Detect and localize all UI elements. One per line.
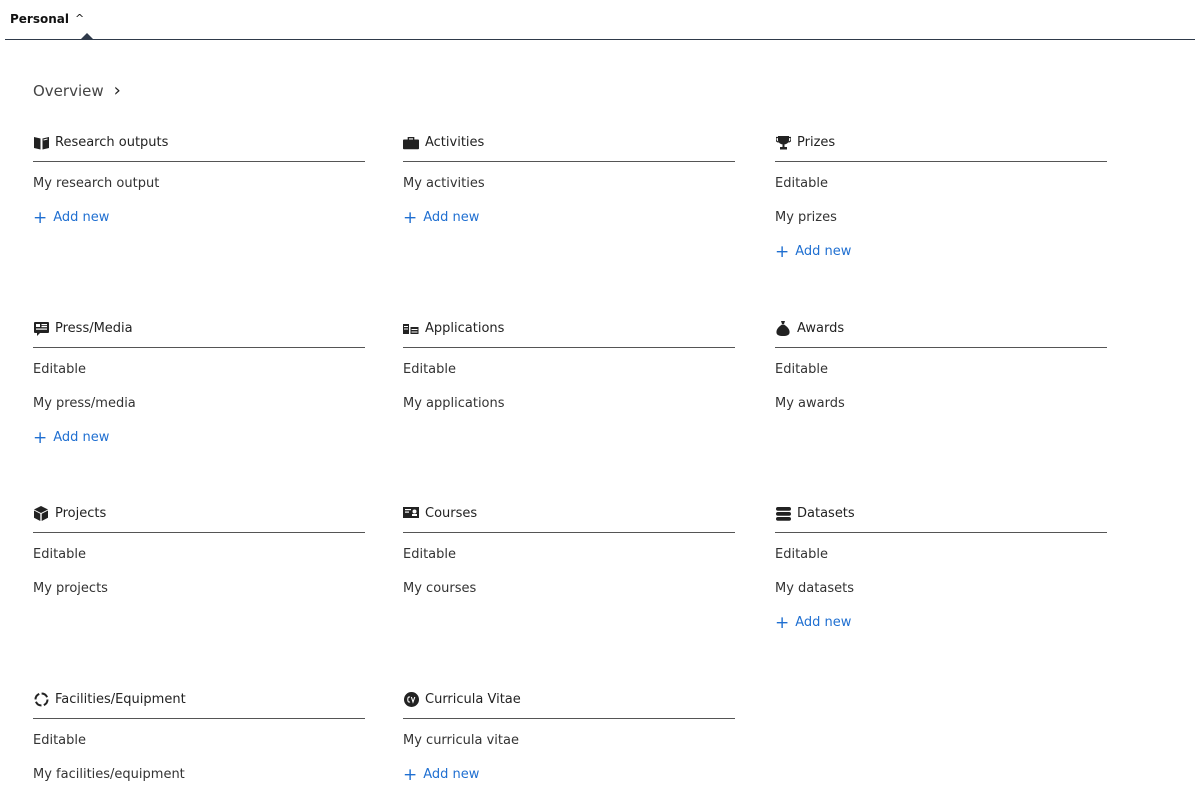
section-header: Courses (403, 501, 735, 533)
section-title: Prizes (797, 135, 836, 150)
chevron-right-icon: › (113, 80, 121, 101)
add-new-button[interactable]: + Add new (775, 606, 1107, 640)
section-header: Datasets (775, 501, 1107, 533)
section-header: Activities (403, 130, 735, 162)
plus-icon: + (775, 612, 790, 633)
newspaper-icon (33, 321, 49, 337)
section-title: Applications (425, 321, 505, 336)
section-datasets: Datasets Editable My datasets + Add new (775, 501, 1107, 640)
my-facilities-equipment-link[interactable]: My facilities/equipment (33, 758, 365, 792)
plus-icon: + (33, 207, 48, 228)
my-press-media-link[interactable]: My press/media (33, 387, 365, 421)
editable-link[interactable]: Editable (33, 538, 365, 572)
section-header: Curricula Vitae (403, 687, 735, 719)
add-new-button[interactable]: + Add new (775, 235, 1107, 269)
section-activities: Activities My activities + Add new (403, 130, 735, 235)
add-new-button[interactable]: + Add new (403, 758, 735, 792)
courses-icon (403, 506, 419, 522)
section-title: Press/Media (55, 321, 133, 336)
section-title: Facilities/Equipment (55, 692, 186, 707)
tab-bar: Personal ^ (5, 0, 1195, 40)
add-new-label: Add new (795, 615, 852, 630)
section-header: Press/Media (33, 316, 365, 348)
add-new-label: Add new (423, 767, 480, 782)
plus-icon: + (403, 207, 418, 228)
section-header: Applications (403, 316, 735, 348)
section-courses: Courses Editable My courses (403, 501, 735, 606)
my-datasets-link[interactable]: My datasets (775, 572, 1107, 606)
section-press-media: Press/Media Editable My press/media + Ad… (33, 316, 365, 455)
section-header: Prizes (775, 130, 1107, 162)
section-header: Facilities/Equipment (33, 687, 365, 719)
editable-link[interactable]: Editable (775, 167, 1107, 201)
editable-link[interactable]: Editable (33, 724, 365, 758)
section-title: Projects (55, 506, 107, 521)
applications-icon (403, 321, 419, 337)
editable-link[interactable]: Editable (403, 353, 735, 387)
editable-link[interactable]: Editable (775, 353, 1107, 387)
circle-dashed-icon (33, 692, 49, 708)
my-applications-link[interactable]: My applications (403, 387, 735, 421)
section-title: Curricula Vitae (425, 692, 521, 707)
add-new-button[interactable]: + Add new (33, 201, 365, 235)
add-new-button[interactable]: + Add new (33, 421, 365, 455)
money-bag-icon (775, 321, 791, 337)
plus-icon: + (33, 427, 48, 448)
editable-link[interactable]: Editable (775, 538, 1107, 572)
my-projects-link[interactable]: My projects (33, 572, 365, 606)
section-header: Research outputs (33, 130, 365, 162)
my-research-output-link[interactable]: My research output (33, 167, 365, 201)
section-title: Research outputs (55, 135, 169, 150)
section-title: Datasets (797, 506, 855, 521)
section-research-outputs: Research outputs My research output + Ad… (33, 130, 365, 235)
section-applications: Applications Editable My applications (403, 316, 735, 421)
my-activities-link[interactable]: My activities (403, 167, 735, 201)
plus-icon: + (775, 241, 790, 262)
section-awards: Awards Editable My awards (775, 316, 1107, 421)
section-header: Awards (775, 316, 1107, 348)
add-new-label: Add new (53, 430, 110, 445)
tab-personal[interactable]: Personal ^ (10, 11, 85, 27)
my-prizes-link[interactable]: My prizes (775, 201, 1107, 235)
my-curricula-vitae-link[interactable]: My curricula vitae (403, 724, 735, 758)
section-title: Awards (797, 321, 845, 336)
add-new-label: Add new (53, 210, 110, 225)
book-icon (33, 135, 49, 151)
tab-active-indicator (81, 33, 93, 39)
add-new-label: Add new (423, 210, 480, 225)
chevron-up-icon: ^ (75, 11, 85, 25)
add-new-button[interactable]: + Add new (403, 201, 735, 235)
section-title: Activities (425, 135, 485, 150)
section-header: Projects (33, 501, 365, 533)
my-awards-link[interactable]: My awards (775, 387, 1107, 421)
editable-link[interactable]: Editable (33, 353, 365, 387)
briefcase-icon (403, 135, 419, 151)
overview-link[interactable]: Overview › (33, 80, 121, 101)
editable-link[interactable]: Editable (403, 538, 735, 572)
section-prizes: Prizes Editable My prizes + Add new (775, 130, 1107, 269)
trophy-icon (775, 135, 791, 151)
section-title: Courses (425, 506, 478, 521)
section-projects: Projects Editable My projects (33, 501, 365, 606)
section-curricula-vitae: Curricula Vitae My curricula vitae + Add… (403, 687, 735, 792)
cv-icon (403, 692, 419, 708)
tab-personal-label: Personal (10, 12, 69, 26)
cube-icon (33, 506, 49, 522)
database-icon (775, 506, 791, 522)
add-new-label: Add new (795, 244, 852, 259)
plus-icon: + (403, 764, 418, 785)
section-facilities-equipment: Facilities/Equipment Editable My facilit… (33, 687, 365, 792)
my-courses-link[interactable]: My courses (403, 572, 735, 606)
overview-label: Overview (33, 82, 104, 100)
